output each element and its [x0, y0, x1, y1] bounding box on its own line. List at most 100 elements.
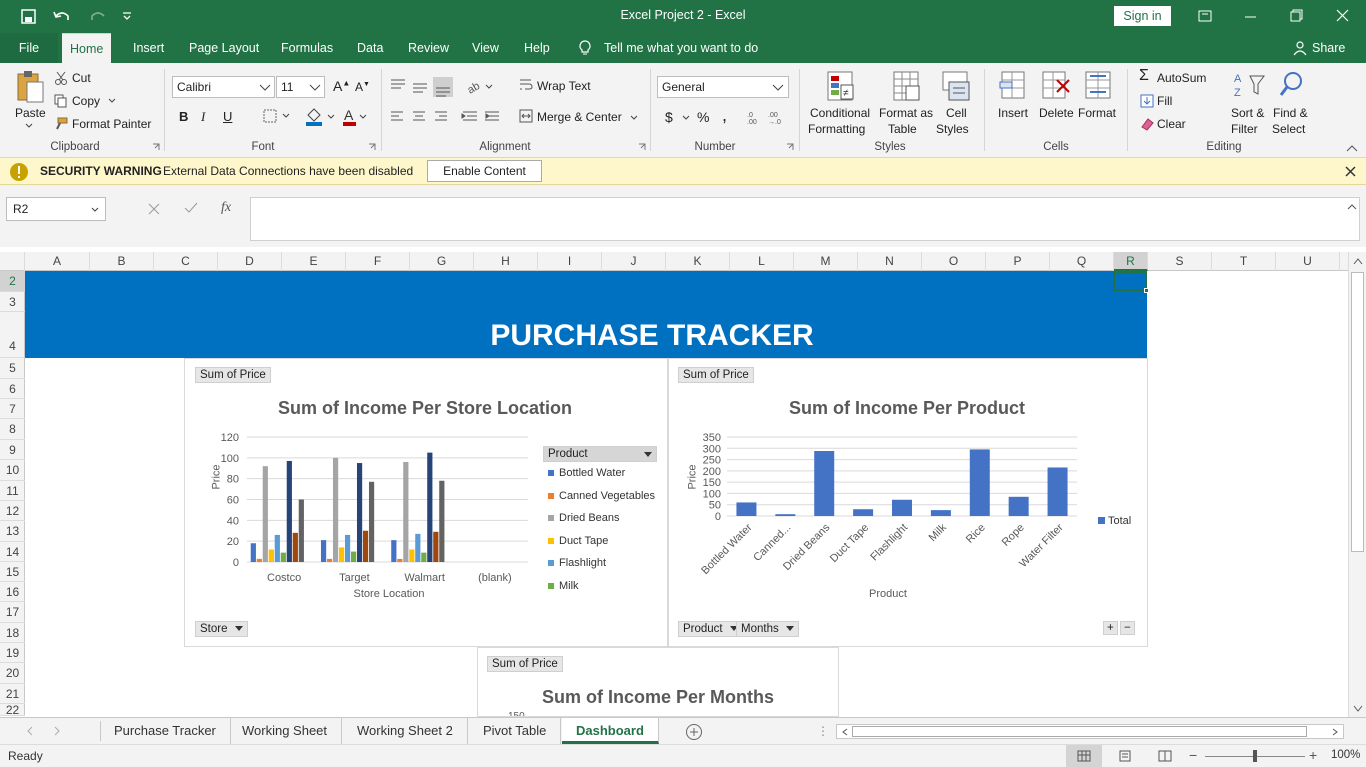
- dialog-launcher-icon[interactable]: [368, 143, 376, 151]
- zoom-slider-thumb[interactable]: [1253, 750, 1257, 762]
- customize-qat-icon[interactable]: [121, 10, 133, 22]
- delete-cells-button[interactable]: Delete: [1039, 106, 1074, 120]
- column-header-q[interactable]: Q: [1050, 252, 1114, 271]
- underline-button[interactable]: U: [223, 109, 232, 124]
- autosum-button[interactable]: AutoSum: [1157, 71, 1206, 85]
- selected-cell-r2[interactable]: [1113, 271, 1147, 291]
- formula-input[interactable]: [250, 197, 1360, 241]
- share-icon[interactable]: [1293, 41, 1307, 56]
- sort-filter-icon[interactable]: AZ: [1232, 70, 1266, 102]
- redo-icon[interactable]: [86, 8, 110, 25]
- format-as-table-icon[interactable]: [892, 70, 922, 104]
- row-header-19[interactable]: 19: [0, 643, 25, 663]
- tab-help[interactable]: Help: [524, 33, 550, 63]
- fill-icon[interactable]: [1140, 94, 1154, 108]
- insert-function-button[interactable]: fx: [221, 200, 231, 216]
- column-header-u[interactable]: U: [1276, 252, 1340, 271]
- column-header-l[interactable]: L: [730, 252, 794, 271]
- insert-cells-icon[interactable]: [998, 70, 1028, 104]
- row-header-3[interactable]: 3: [0, 292, 25, 312]
- scroll-right-icon[interactable]: [1331, 728, 1339, 736]
- currency-button[interactable]: $: [665, 109, 673, 125]
- cell-styles-icon[interactable]: [941, 70, 971, 104]
- column-header-n[interactable]: N: [858, 252, 922, 271]
- cell-styles-button[interactable]: Cell: [946, 106, 967, 120]
- paste-button[interactable]: Paste: [15, 106, 46, 120]
- bold-button[interactable]: B: [179, 109, 188, 124]
- row-header-7[interactable]: 7: [0, 399, 25, 419]
- cut-icon[interactable]: [54, 71, 68, 85]
- sum-of-price-field[interactable]: Sum of Price: [487, 656, 563, 672]
- scroll-left-icon[interactable]: [841, 728, 849, 736]
- orientation-icon[interactable]: ab: [466, 77, 496, 95]
- horizontal-scrollbar[interactable]: [836, 724, 1344, 739]
- find-select-button[interactable]: Find &: [1273, 106, 1308, 120]
- fill-color-icon[interactable]: [304, 107, 338, 127]
- format-painter-icon[interactable]: [54, 117, 68, 131]
- italic-button[interactable]: I: [201, 109, 205, 125]
- font-size-select[interactable]: 11: [276, 76, 325, 98]
- vertical-scroll-thumb[interactable]: [1351, 272, 1364, 552]
- font-color-icon[interactable]: A: [342, 107, 370, 127]
- format-cells-button[interactable]: Format: [1078, 106, 1116, 120]
- insert-cells-button[interactable]: Insert: [998, 106, 1028, 120]
- column-header-o[interactable]: O: [922, 252, 986, 271]
- row-header-14[interactable]: 14: [0, 542, 25, 562]
- chart-product[interactable]: Sum of Price Sum of Income Per Product P…: [668, 358, 1148, 647]
- chart-months[interactable]: Sum of Price Sum of Income Per Months 15…: [477, 647, 839, 717]
- decimal-buttons-icon[interactable]: .0.00.00→.0: [746, 109, 786, 125]
- fill-button[interactable]: Fill: [1157, 94, 1172, 108]
- column-header-f[interactable]: F: [346, 252, 410, 271]
- increase-font-icon[interactable]: A▲: [333, 78, 350, 94]
- percent-button[interactable]: %: [697, 109, 709, 125]
- format-as-table-button[interactable]: Format as: [879, 106, 933, 120]
- column-header-t[interactable]: T: [1212, 252, 1276, 271]
- font-name-select[interactable]: Calibri: [172, 76, 275, 98]
- months-field-button[interactable]: Months: [736, 621, 799, 637]
- format-cells-icon[interactable]: [1084, 70, 1114, 104]
- scroll-up-icon[interactable]: [1353, 257, 1363, 265]
- column-header-e[interactable]: E: [282, 252, 346, 271]
- clear-button[interactable]: Clear: [1157, 117, 1186, 131]
- enter-formula-icon[interactable]: [184, 202, 198, 214]
- zoom-level[interactable]: 100%: [1331, 749, 1360, 761]
- row-header-8[interactable]: 8: [0, 419, 25, 440]
- horizontal-scroll-thumb[interactable]: [852, 726, 1307, 737]
- column-header-i[interactable]: I: [538, 252, 602, 271]
- close-icon[interactable]: [1345, 166, 1356, 177]
- column-header-g[interactable]: G: [410, 252, 474, 271]
- delete-cells-icon[interactable]: [1041, 70, 1071, 104]
- wrap-text-icon[interactable]: [519, 78, 533, 92]
- tell-me-search[interactable]: Tell me what you want to do: [604, 33, 758, 63]
- tab-page-layout[interactable]: Page Layout: [189, 33, 259, 63]
- copy-icon[interactable]: [54, 94, 68, 108]
- column-header-b[interactable]: B: [90, 252, 154, 271]
- merge-center-button[interactable]: Merge & Center: [537, 110, 622, 124]
- row-header-16[interactable]: 16: [0, 582, 25, 602]
- dialog-launcher-icon[interactable]: [638, 143, 646, 151]
- row-header-15[interactable]: 15: [0, 562, 25, 582]
- next-sheet-icon[interactable]: [52, 726, 62, 736]
- dialog-launcher-icon[interactable]: [786, 143, 794, 151]
- paste-icon[interactable]: [15, 69, 45, 105]
- row-header-4[interactable]: 4: [0, 312, 25, 358]
- tab-insert[interactable]: Insert: [133, 33, 164, 63]
- zoom-out-button[interactable]: −: [1189, 747, 1197, 763]
- row-header-17[interactable]: 17: [0, 602, 25, 623]
- close-icon[interactable]: [1336, 9, 1350, 23]
- sheet-tab-dashboard[interactable]: Dashboard: [562, 718, 659, 744]
- column-header-h[interactable]: H: [474, 252, 538, 271]
- row-header-10[interactable]: 10: [0, 460, 25, 481]
- column-header-j[interactable]: J: [602, 252, 666, 271]
- page-layout-view-icon[interactable]: [1118, 750, 1132, 762]
- row-header-12[interactable]: 12: [0, 501, 25, 521]
- product-field-button[interactable]: Product: [678, 621, 743, 637]
- row-header-11[interactable]: 11: [0, 481, 25, 501]
- expand-field-button[interactable]: +: [1103, 621, 1118, 635]
- vertical-align-icons[interactable]: [389, 77, 455, 97]
- column-header-r[interactable]: R: [1114, 252, 1148, 271]
- format-painter-button[interactable]: Format Painter: [72, 117, 151, 131]
- undo-icon[interactable]: [52, 8, 76, 25]
- sheet-tab-pivot-table[interactable]: Pivot Table: [469, 718, 562, 744]
- row-header-6[interactable]: 6: [0, 379, 25, 399]
